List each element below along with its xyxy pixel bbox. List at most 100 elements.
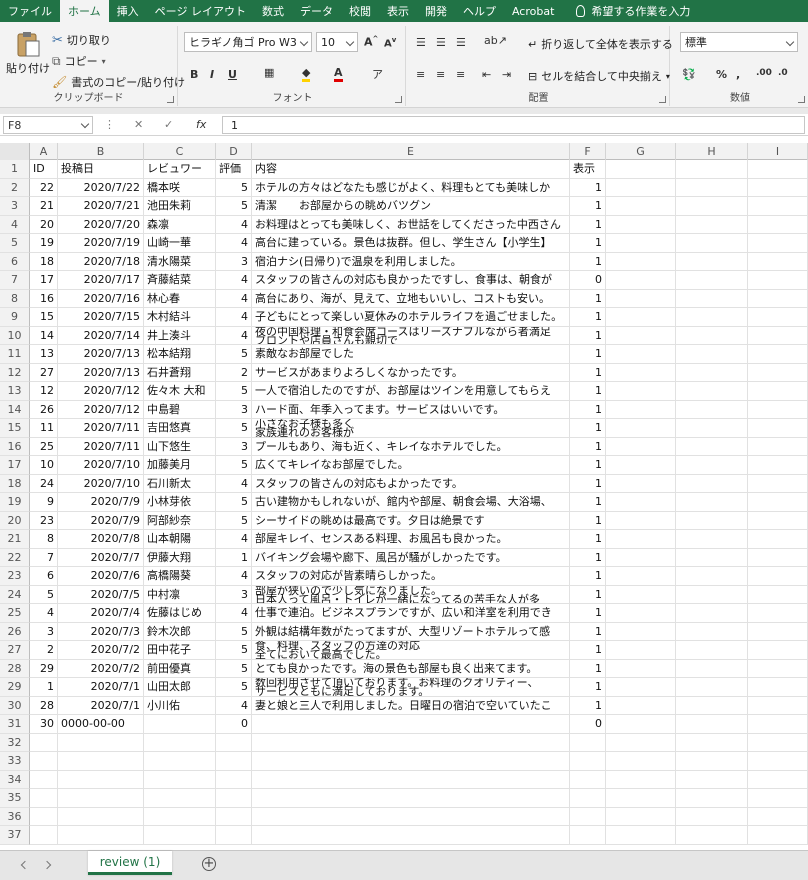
cell-g[interactable] bbox=[606, 770, 676, 789]
cell-d[interactable]: 4 bbox=[216, 567, 252, 586]
underline-button[interactable]: U bbox=[228, 68, 237, 81]
cell-i[interactable] bbox=[748, 659, 808, 678]
cell-c[interactable]: 伊藤大翔 bbox=[144, 548, 216, 567]
cell-a[interactable]: 20 bbox=[30, 215, 58, 234]
cell-g[interactable] bbox=[606, 382, 676, 401]
row-header[interactable]: 5 bbox=[0, 234, 30, 253]
cell-i[interactable] bbox=[748, 197, 808, 216]
cell-i[interactable] bbox=[748, 511, 808, 530]
cell-c[interactable]: 小林芽依 bbox=[144, 493, 216, 512]
cell-g[interactable] bbox=[606, 178, 676, 197]
cell-b[interactable]: 2020/7/1 bbox=[58, 678, 144, 697]
cell-f[interactable]: 1 bbox=[570, 456, 606, 475]
comma-button[interactable]: , bbox=[736, 68, 740, 81]
cell-d[interactable]: 4 bbox=[216, 474, 252, 493]
cell-b[interactable]: 2020/7/7 bbox=[58, 548, 144, 567]
row-header[interactable]: 11 bbox=[0, 345, 30, 364]
cell-b[interactable]: 2020/7/12 bbox=[58, 382, 144, 401]
cell-f[interactable]: 1 bbox=[570, 567, 606, 586]
cell-a[interactable]: 14 bbox=[30, 326, 58, 345]
tab-developer[interactable]: 開発 bbox=[417, 0, 455, 22]
cell-h[interactable] bbox=[676, 308, 748, 327]
cell-g[interactable] bbox=[606, 437, 676, 456]
cell-e[interactable]: ホテルの方々はどなたも感じがよく、料理もとても美味しか bbox=[252, 178, 570, 197]
align-bottom-icon[interactable]: ☰ bbox=[456, 36, 466, 49]
alignment-launcher-icon[interactable] bbox=[659, 96, 666, 103]
cell-g[interactable] bbox=[606, 548, 676, 567]
cell-c[interactable]: 林心春 bbox=[144, 289, 216, 308]
cell-a[interactable]: 4 bbox=[30, 604, 58, 623]
cell-i[interactable] bbox=[748, 696, 808, 715]
cell-e[interactable]: 広くてキレイなお部屋でした。 bbox=[252, 456, 570, 475]
cell-i[interactable] bbox=[748, 807, 808, 826]
cell-e[interactable]: 清潔 お部屋からの眺めバツグン bbox=[252, 197, 570, 216]
cell-f[interactable]: 1 bbox=[570, 363, 606, 382]
cell-i[interactable] bbox=[748, 752, 808, 771]
cell-d[interactable] bbox=[216, 789, 252, 808]
decrease-indent-icon[interactable]: ⇤ bbox=[482, 68, 491, 81]
cell-h[interactable] bbox=[676, 326, 748, 345]
cell-c[interactable]: 高橋陽葵 bbox=[144, 567, 216, 586]
cell-b[interactable] bbox=[58, 770, 144, 789]
cell-d[interactable]: 5 bbox=[216, 419, 252, 438]
cell-b[interactable]: 2020/7/13 bbox=[58, 363, 144, 382]
cell-a[interactable]: 8 bbox=[30, 530, 58, 549]
cell-a[interactable]: 21 bbox=[30, 197, 58, 216]
cell-a[interactable]: 23 bbox=[30, 511, 58, 530]
cell-f[interactable]: 1 bbox=[570, 308, 606, 327]
cell-g[interactable] bbox=[606, 530, 676, 549]
cell-i[interactable] bbox=[748, 456, 808, 475]
cell-b[interactable] bbox=[58, 807, 144, 826]
phonetic-icon[interactable]: ア bbox=[372, 66, 383, 82]
column-header-d[interactable]: D bbox=[216, 143, 252, 160]
column-header-b[interactable]: B bbox=[58, 143, 144, 160]
cell-b[interactable]: 2020/7/5 bbox=[58, 585, 144, 604]
cell-b[interactable]: 2020/7/20 bbox=[58, 215, 144, 234]
cell-f[interactable]: 1 bbox=[570, 345, 606, 364]
tell-me-search[interactable]: 希望する作業を入力 bbox=[562, 0, 690, 22]
cell-f[interactable]: 1 bbox=[570, 326, 606, 345]
cell-i[interactable] bbox=[748, 400, 808, 419]
cell-h[interactable] bbox=[676, 789, 748, 808]
cell-g[interactable] bbox=[606, 678, 676, 697]
cell-d[interactable]: 5 bbox=[216, 511, 252, 530]
row-header[interactable]: 36 bbox=[0, 807, 30, 826]
row-header[interactable]: 37 bbox=[0, 826, 30, 845]
cancel-icon[interactable]: ✕ bbox=[134, 118, 143, 131]
cell-c[interactable]: 池田朱莉 bbox=[144, 197, 216, 216]
cell-b[interactable]: 2020/7/2 bbox=[58, 659, 144, 678]
cell-a[interactable]: 13 bbox=[30, 345, 58, 364]
cell-d[interactable]: 1 bbox=[216, 548, 252, 567]
cell-i[interactable] bbox=[748, 770, 808, 789]
cell-f[interactable] bbox=[570, 733, 606, 752]
column-header-e[interactable]: E bbox=[252, 143, 570, 160]
number-launcher-icon[interactable] bbox=[798, 96, 805, 103]
cell-d[interactable]: 評価 bbox=[216, 160, 252, 179]
cell-c[interactable]: 吉田悠真 bbox=[144, 419, 216, 438]
cell-g[interactable] bbox=[606, 826, 676, 845]
cell-c[interactable]: 山崎一華 bbox=[144, 234, 216, 253]
cell-e[interactable]: 食、料理、スタッフの方達の対応 全てにおいて最高でした。 bbox=[252, 641, 570, 660]
cell-c[interactable]: 前田優真 bbox=[144, 659, 216, 678]
cell-i[interactable] bbox=[748, 678, 808, 697]
cell-i[interactable] bbox=[748, 585, 808, 604]
more-icon[interactable]: ⋮ bbox=[104, 118, 115, 131]
cell-g[interactable] bbox=[606, 493, 676, 512]
cell-f[interactable]: 1 bbox=[570, 400, 606, 419]
cell-h[interactable] bbox=[676, 215, 748, 234]
cell-c[interactable]: 井上湊斗 bbox=[144, 326, 216, 345]
cell-a[interactable]: 10 bbox=[30, 456, 58, 475]
row-header[interactable]: 1 bbox=[0, 160, 30, 179]
cell-d[interactable]: 3 bbox=[216, 252, 252, 271]
cell-e[interactable]: お料理はとっても美味しく、お世話をしてくださった中西さん bbox=[252, 215, 570, 234]
cell-f[interactable]: 0 bbox=[570, 715, 606, 734]
increase-decimal-icon[interactable]: .00 bbox=[756, 68, 772, 78]
tab-home[interactable]: ホーム bbox=[60, 0, 109, 22]
cell-b[interactable]: 投稿日 bbox=[58, 160, 144, 179]
row-header[interactable]: 22 bbox=[0, 548, 30, 567]
column-header-h[interactable]: H bbox=[676, 143, 748, 160]
cell-b[interactable] bbox=[58, 733, 144, 752]
cell-g[interactable] bbox=[606, 807, 676, 826]
cell-b[interactable] bbox=[58, 826, 144, 845]
add-sheet-icon[interactable]: + bbox=[202, 857, 216, 871]
